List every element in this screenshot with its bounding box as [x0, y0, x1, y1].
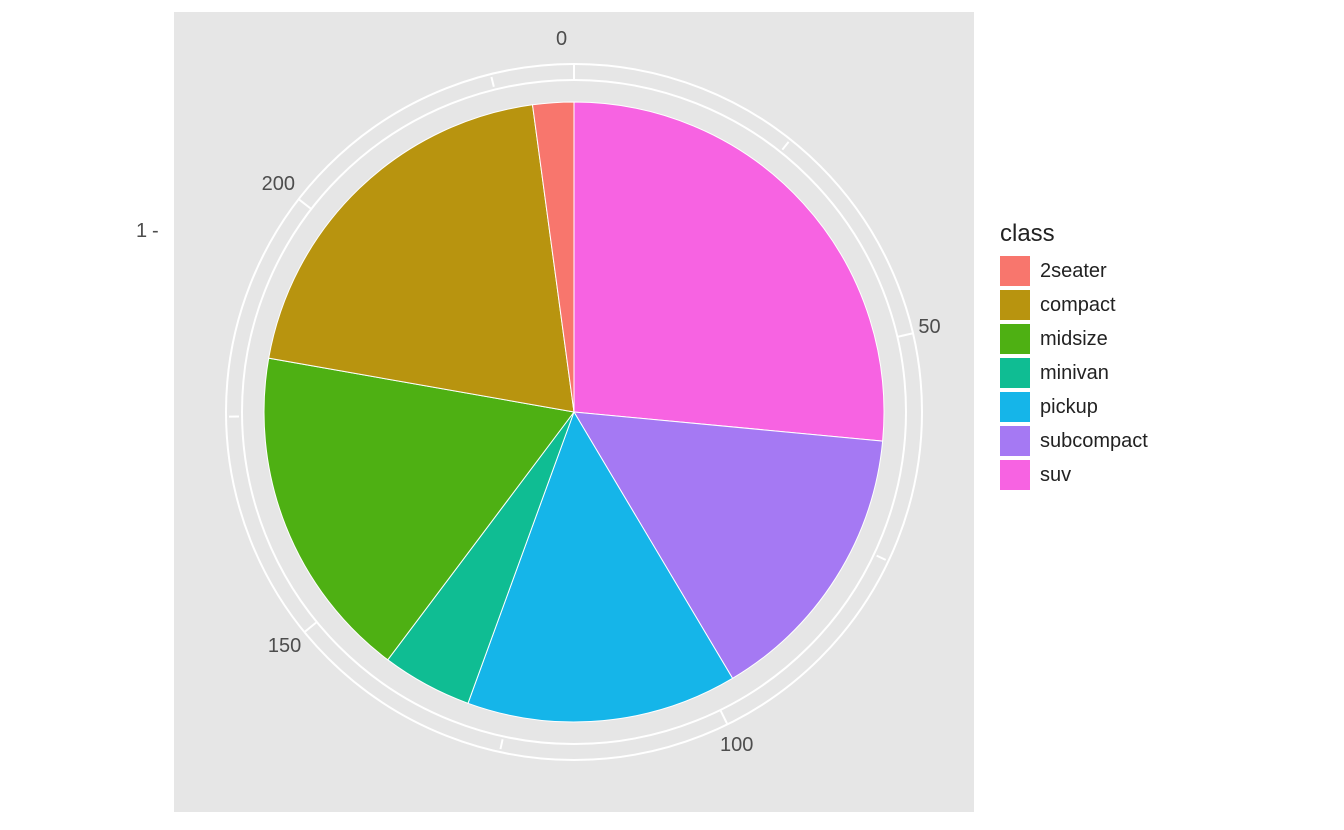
radial-tick-dash: -	[152, 220, 159, 243]
angular-tick-100: 100	[720, 734, 753, 757]
radial-tick-1: 1	[136, 220, 147, 243]
angular-tick-200: 200	[262, 173, 295, 196]
legend-item-minivan: minivan	[1000, 358, 1260, 388]
angular-tick-50: 50	[918, 316, 940, 339]
pie-svg	[174, 12, 974, 812]
legend-label-midsize: midsize	[1040, 328, 1108, 351]
legend-label-2seater: 2seater	[1040, 260, 1107, 283]
pie-slice-compact	[269, 105, 574, 412]
legend-item-subcompact: subcompact	[1000, 426, 1260, 456]
legend-label-minivan: minivan	[1040, 362, 1109, 385]
chart-root: 1 - 0 50 100 150 200 class 2seater compact mid…	[0, 0, 1344, 830]
legend-item-pickup: pickup	[1000, 392, 1260, 422]
legend-item-suv: suv	[1000, 460, 1260, 490]
legend-label-pickup: pickup	[1040, 396, 1098, 419]
legend-swatch-midsize	[1000, 324, 1030, 354]
legend-items: 2seater compact midsize minivan pickup subcom…	[1000, 256, 1260, 490]
pie-slice-suv	[574, 102, 884, 441]
legend-swatch-pickup	[1000, 392, 1030, 422]
legend: class 2seater compact midsize minivan pickup…	[1000, 220, 1260, 490]
legend-label-subcompact: subcompact	[1040, 430, 1148, 453]
legend-swatch-compact	[1000, 290, 1030, 320]
legend-label-compact: compact	[1040, 294, 1116, 317]
angular-tick-0: 0	[556, 28, 567, 51]
legend-item-2seater: 2seater	[1000, 256, 1260, 286]
legend-swatch-minivan	[1000, 358, 1030, 388]
plot-panel: 0 50 100 150 200	[174, 12, 974, 812]
legend-swatch-subcompact	[1000, 426, 1030, 456]
legend-item-midsize: midsize	[1000, 324, 1260, 354]
legend-title: class	[1000, 220, 1260, 248]
angular-tick-150: 150	[268, 635, 301, 658]
legend-swatch-2seater	[1000, 256, 1030, 286]
legend-label-suv: suv	[1040, 464, 1071, 487]
legend-item-compact: compact	[1000, 290, 1260, 320]
legend-swatch-suv	[1000, 460, 1030, 490]
